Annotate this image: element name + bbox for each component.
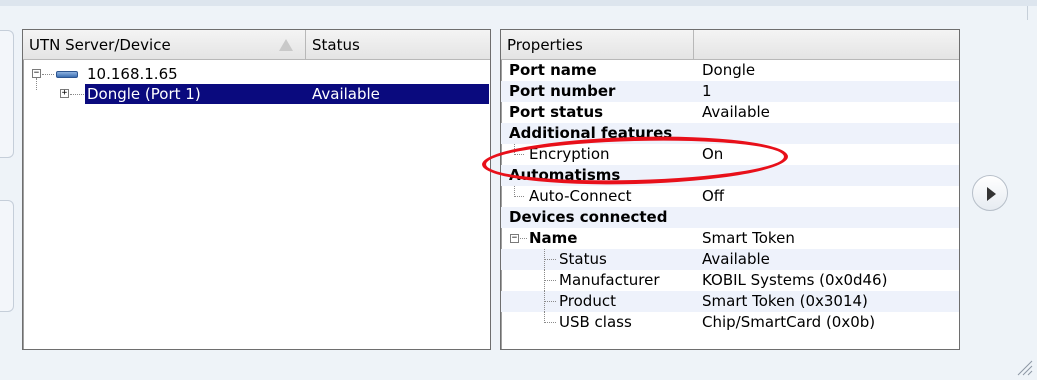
column-header-value[interactable] <box>694 30 959 59</box>
top-strip <box>0 0 1037 6</box>
properties-list: Port name Dongle Port number 1 Port stat… <box>501 60 959 333</box>
tree-connector <box>514 196 524 197</box>
tree-connector <box>42 74 54 75</box>
tree-connector <box>544 301 556 302</box>
tree-connector <box>520 238 527 239</box>
property-group-label: Devices connected <box>509 208 668 226</box>
property-row-device-status[interactable]: Status Available <box>501 249 959 270</box>
column-header-label: Properties <box>507 36 583 54</box>
property-row-manufacturer[interactable]: Manufacturer KOBIL Systems (0x0d46) <box>501 270 959 291</box>
property-key: Product <box>559 292 616 310</box>
device-name: Dongle (Port 1) <box>87 85 201 103</box>
property-row-port-number[interactable]: Port number 1 <box>501 81 959 102</box>
side-tab-lower[interactable] <box>0 200 14 312</box>
property-row-usb-class[interactable]: USB class Chip/SmartCard (0x0b) <box>501 312 959 333</box>
property-row-port-name[interactable]: Port name Dongle <box>501 60 959 81</box>
server-row[interactable]: − 10.168.1.65 <box>23 64 490 84</box>
collapse-icon[interactable]: − <box>510 234 519 243</box>
property-value: KOBIL Systems (0x0d46) <box>702 271 888 289</box>
server-icon <box>56 71 78 78</box>
column-header-properties[interactable]: Properties <box>501 30 694 59</box>
property-group-devices-connected[interactable]: Devices connected <box>501 207 959 228</box>
property-row-port-status[interactable]: Port status Available <box>501 102 959 123</box>
property-key: Manufacturer <box>559 271 660 289</box>
property-key: Port number <box>509 82 616 100</box>
property-value: Smart Token (0x3014) <box>702 292 868 310</box>
property-value: Off <box>702 187 725 205</box>
property-value: Smart Token <box>702 229 795 247</box>
tree-connector <box>544 280 556 281</box>
property-value: 1 <box>702 82 712 100</box>
property-key: Port status <box>509 103 604 121</box>
tree-connector <box>544 322 556 323</box>
properties-header: Properties <box>501 30 959 60</box>
tree-connector <box>544 259 556 260</box>
property-row-product[interactable]: Product Smart Token (0x3014) <box>501 291 959 312</box>
properties-panel[interactable]: Properties Port name Dongle Port number … <box>500 29 960 350</box>
column-header-label: UTN Server/Device <box>29 36 171 54</box>
server-address: 10.168.1.65 <box>87 65 178 83</box>
resize-grip-icon[interactable] <box>1015 358 1033 376</box>
tree-connector <box>36 78 37 90</box>
next-button[interactable] <box>972 175 1008 211</box>
side-tab-upper[interactable] <box>0 30 14 158</box>
column-header-status[interactable]: Status <box>306 30 490 59</box>
property-key: Status <box>559 250 607 268</box>
window-edge <box>1027 6 1028 20</box>
device-status: Available <box>312 85 380 103</box>
sort-ascending-icon <box>279 39 293 51</box>
device-row[interactable]: + Dongle (Port 1) Available <box>23 78 490 104</box>
property-value: Available <box>702 103 770 121</box>
property-key: USB class <box>559 313 632 331</box>
property-key: Port name <box>509 61 597 79</box>
column-header-label: Status <box>312 36 360 54</box>
property-row-device-name[interactable]: − Name Smart Token <box>501 228 959 249</box>
property-value: Chip/SmartCard (0x0b) <box>702 313 876 331</box>
expand-icon[interactable]: + <box>60 89 69 98</box>
tree-header: UTN Server/Device Status <box>23 30 490 60</box>
collapse-icon[interactable]: − <box>32 69 41 78</box>
property-key: Auto-Connect <box>529 187 632 205</box>
property-row-auto-connect[interactable]: Auto-Connect Off <box>501 186 959 207</box>
property-key: Name <box>529 229 578 247</box>
tree-connector <box>70 94 84 95</box>
property-value: Available <box>702 250 770 268</box>
property-value: Dongle <box>702 61 756 79</box>
server-device-tree[interactable]: UTN Server/Device Status − 10.168.1.65 +… <box>22 29 491 350</box>
chevron-right-icon <box>987 187 996 201</box>
column-header-server-device[interactable]: UTN Server/Device <box>23 30 306 59</box>
